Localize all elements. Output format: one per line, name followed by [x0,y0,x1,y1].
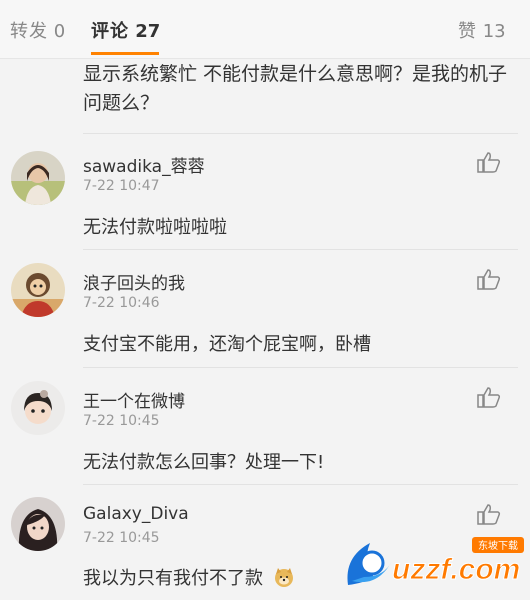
thumbs-up-icon[interactable] [477,151,501,173]
tab-repost[interactable]: 转发 0 [10,17,65,43]
avatar[interactable] [11,263,65,317]
comment-text: 我以为只有我付不了款 [83,564,295,593]
comment-text: 无法付款怎么回事？处理一下! [83,452,325,473]
comment-item[interactable]: sawadika_蓉蓉 7-22 10:47 无法付款啦啦啦啦 [0,134,530,249]
svg-text:uzzf.com: uzzf.com [392,553,520,586]
thumbs-up-icon[interactable] [477,268,501,290]
avatar[interactable] [11,381,65,435]
tab-comment[interactable]: 评论 27 [91,17,160,43]
comment-author[interactable]: sawadika_蓉蓉 [83,152,205,177]
comment-text: 无法付款啦啦啦啦 [83,217,227,238]
comment-author[interactable]: Galaxy_Diva [83,504,189,524]
comment-item[interactable]: 王一个在微博 7-22 10:45 无法付款怎么回事？处理一下! [0,368,530,483]
comment-text: 显示系统繁忙 不能付款是什么意思啊？是我的机子问题么？ [83,63,508,114]
comment-author[interactable]: 浪子回头的我 [83,269,185,294]
tab-like[interactable]: 赞 13 [458,17,506,43]
comment-time: 7-22 10:46 [83,295,160,311]
comment-time: 7-22 10:45 [83,530,160,546]
thumbs-up-icon[interactable] [477,386,501,408]
comment-item[interactable]: 浪子回头的我 7-22 10:46 支付宝不能用，还淘个屁宝啊，卧槽 [0,250,530,365]
avatar[interactable] [11,151,65,205]
comment-text: 支付宝不能用，还淘个屁宝啊，卧槽 [83,334,371,355]
tab-active-indicator [91,52,159,55]
avatar[interactable] [11,497,65,551]
watermark-logo: uzzf.com 东坡下载 [344,533,528,593]
comment-author[interactable]: 王一个在微博 [83,387,185,412]
thumbs-up-icon[interactable] [477,503,501,525]
svg-text:东坡下载: 东坡下载 [478,539,518,552]
comment-time: 7-22 10:47 [83,178,160,194]
doge-emoji-icon [273,566,295,593]
comment-time: 7-22 10:45 [83,413,160,429]
tab-bar: 转发 0 评论 27 赞 13 [0,0,530,59]
